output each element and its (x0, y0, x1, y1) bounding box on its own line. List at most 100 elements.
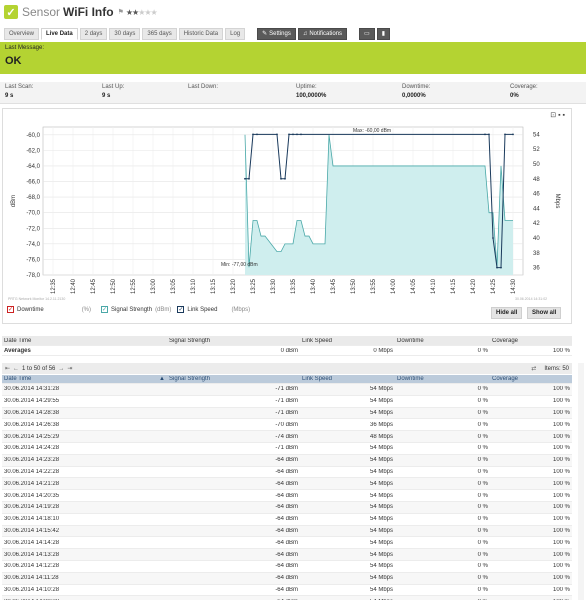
table-row[interactable]: 30.06.2014 14:21:28 -64 dBm 54 Mbps 0 % 100 … (2, 478, 572, 491)
legend-label: Signal Strength (111, 306, 153, 313)
table-cell: -64 dBm (275, 551, 298, 558)
col-header-linkspeed[interactable]: Link Speed (300, 376, 395, 382)
table-row[interactable]: 30.06.2014 14:26:38 -70 dBm 36 Mbps 0 % 100 … (2, 419, 572, 432)
items-per-page[interactable]: Items: 50 (544, 366, 569, 372)
last-page-icon[interactable]: ⇥ (67, 365, 72, 372)
max-annotation: Max: -60,00 dBm (353, 128, 391, 134)
table-row[interactable]: 30.06.2014 14:22:28 -64 dBm 54 Mbps 0 % 100 … (2, 467, 572, 479)
delete-button[interactable]: ▮ (376, 27, 391, 40)
settings-button[interactable]: ✎ Settings (257, 27, 296, 40)
table-cell: 30.06.2014 14:28:38 (4, 409, 60, 416)
comment-icon: ▭ (364, 31, 370, 37)
table-row[interactable]: 30.06.2014 14:28:38 -71 dBm 54 Mbps 0 % 100 … (2, 407, 572, 420)
col-header-downtime[interactable]: Downtime (395, 376, 490, 382)
table-row[interactable]: 30.06.2014 14:10:28 -64 dBm 54 Mbps 0 % 100 … (2, 585, 572, 597)
y-tick-label: -64,0 (26, 164, 40, 170)
linkspeed-point (244, 177, 246, 180)
tab-historic-data[interactable]: Historic Data (178, 27, 224, 40)
table-row[interactable]: 30.06.2014 14:31:28 -71 dBm 54 Mbps 0 % 100 … (2, 384, 572, 396)
table-row[interactable]: 30.06.2014 14:14:28 -64 dBm 54 Mbps 0 % 100 … (2, 537, 572, 550)
table-row[interactable]: 30.06.2014 14:24:28 -71 dBm 54 Mbps 0 % 100 … (2, 443, 572, 455)
table-row[interactable]: 30.06.2014 14:09:28-64 dBm54 Mbps0 %100 … (2, 596, 572, 600)
tab-log[interactable]: Log (225, 27, 246, 40)
checkbox-icon[interactable]: ✓ (101, 306, 109, 313)
save-icon[interactable]: ▪ (558, 112, 560, 119)
table-row[interactable]: 30.06.2014 14:29:55 -71 dBm 54 Mbps 0 % 100 … (2, 396, 572, 408)
table-cell: 100 % (552, 516, 570, 523)
print-icon[interactable]: ▪ (563, 112, 565, 119)
tab-365-days[interactable]: 365 days (142, 27, 177, 40)
col-header-signal[interactable]: Signal Strength (167, 376, 300, 382)
table-cell: 0 % (477, 527, 488, 534)
table-cell: 0 % (477, 516, 488, 523)
y2-tick-label: 54 (533, 132, 540, 138)
trash-icon: ▮ (381, 31, 386, 37)
table-row[interactable]: 30.06.2014 14:25:29 -74 dBm 48 Mbps 0 % 100 … (2, 431, 572, 443)
scrollbar[interactable] (578, 363, 584, 600)
checkbox-icon[interactable]: ✓ (177, 306, 185, 313)
stat-uptime: Uptime: 100,0000% (296, 84, 326, 99)
table-cell: 0 % (477, 347, 488, 354)
linkspeed-point (484, 133, 486, 136)
table-cell: -71 dBm (275, 445, 298, 452)
stat-downtime: Downtime: 0,0000% (402, 84, 430, 99)
tab-30-days[interactable]: 30 days (109, 27, 141, 40)
x-tick-label: 12:55 (131, 278, 137, 294)
table-cell: 0 % (477, 398, 488, 405)
table-cell: 36 Mbps (369, 421, 393, 428)
tab-2-days[interactable]: 2 days (79, 27, 108, 40)
legend-signal-strength[interactable]: ✓ Signal Strength (dBm) (101, 306, 171, 313)
stat-last-up: Last Up: 9 s (102, 84, 124, 99)
tab-overview[interactable]: Overview (4, 27, 40, 40)
table-body: 30.06.2014 14:31:28 -71 dBm 54 Mbps 0 % 100 … (2, 384, 572, 600)
first-page-icon[interactable]: ⇤ (5, 365, 10, 372)
stat-label: Downtime: (402, 84, 431, 90)
y-tick-label: -76,0 (26, 257, 40, 263)
x-tick-label: 13:20 (231, 278, 237, 294)
notifications-button[interactable]: ♫ Notifications (297, 27, 348, 40)
y-tick-label: -74,0 (26, 242, 40, 248)
table-row[interactable]: 30.06.2014 14:23:28 -64 dBm 54 Mbps 0 % 100 … (2, 454, 572, 467)
checkbox-icon[interactable]: ✓ (7, 306, 14, 313)
table-cell: 54 Mbps (369, 516, 393, 523)
table-row[interactable]: 30.06.2014 14:19:28 -64 dBm 54 Mbps 0 % 100 … (2, 501, 572, 514)
linkspeed-point (248, 177, 250, 180)
y2-tick-label: 48 (533, 177, 540, 183)
show-all-button[interactable]: Show all (527, 307, 562, 319)
legend-link-speed[interactable]: ✓ Link Speed (Mbps) (177, 306, 250, 313)
x-tick-label: 13:30 (271, 278, 277, 294)
table-cell: 0 % (477, 386, 488, 393)
table-cell: -71 dBm (275, 409, 298, 416)
table-cell: 30.06.2014 14:26:38 (4, 421, 60, 428)
chart-footer-right: 30.06.2014 14:31:02 (515, 297, 548, 301)
table-row[interactable]: 30.06.2014 14:18:10 -64 dBm 54 Mbps 0 % 100 … (2, 514, 572, 526)
zoom-icon[interactable]: ⊡ (550, 112, 556, 119)
x-tick-label: 13:45 (331, 278, 337, 294)
stat-value: 9 s (102, 93, 111, 99)
sort-asc-icon[interactable]: ▲ (159, 376, 165, 382)
priority-stars[interactable]: ★★★★★ (126, 8, 158, 17)
pin-icon[interactable]: ⚑ (118, 8, 124, 16)
table-row[interactable]: 30.06.2014 14:15:42 -64 dBm 54 Mbps 0 % 100 … (2, 525, 572, 538)
table-cell: 30.06.2014 14:10:28 (4, 586, 60, 593)
table-cell: 30.06.2014 14:13:28 (4, 551, 60, 558)
table-row[interactable]: 30.06.2014 14:11:28 -64 dBm 54 Mbps 0 % 100 … (2, 572, 572, 585)
col-header-datetime[interactable]: Date Time ▲ (2, 376, 167, 382)
col-header: Coverage (492, 337, 519, 344)
table-row[interactable]: 30.06.2014 14:13:28 -64 dBm 54 Mbps 0 % 100 … (2, 549, 572, 561)
table-cell: 30.06.2014 14:25:29 (4, 433, 60, 440)
comment-button[interactable]: ▭ (359, 27, 375, 40)
table-row[interactable]: 30.06.2014 14:20:35 -64 dBm 54 Mbps 0 % 100 … (2, 490, 572, 502)
table-row[interactable]: 30.06.2014 14:12:28 -64 dBm 54 Mbps 0 % 100 … (2, 561, 572, 573)
export-icon[interactable]: ⇄ (531, 365, 536, 372)
tab-live-data[interactable]: Live Data (41, 27, 78, 40)
star-icon[interactable]: ★ (151, 8, 158, 17)
x-tick-label: 14:05 (411, 278, 417, 294)
next-page-icon[interactable]: → (58, 366, 64, 372)
hide-all-button[interactable]: Hide all (491, 307, 523, 319)
prev-page-icon[interactable]: ← (13, 366, 19, 372)
col-header-coverage[interactable]: Coverage (490, 376, 572, 382)
table-cell: 30.06.2014 14:15:42 (4, 527, 60, 534)
legend-downtime[interactable]: ✓ Downtime (7, 306, 44, 313)
table-cell: 100 % (552, 347, 570, 354)
